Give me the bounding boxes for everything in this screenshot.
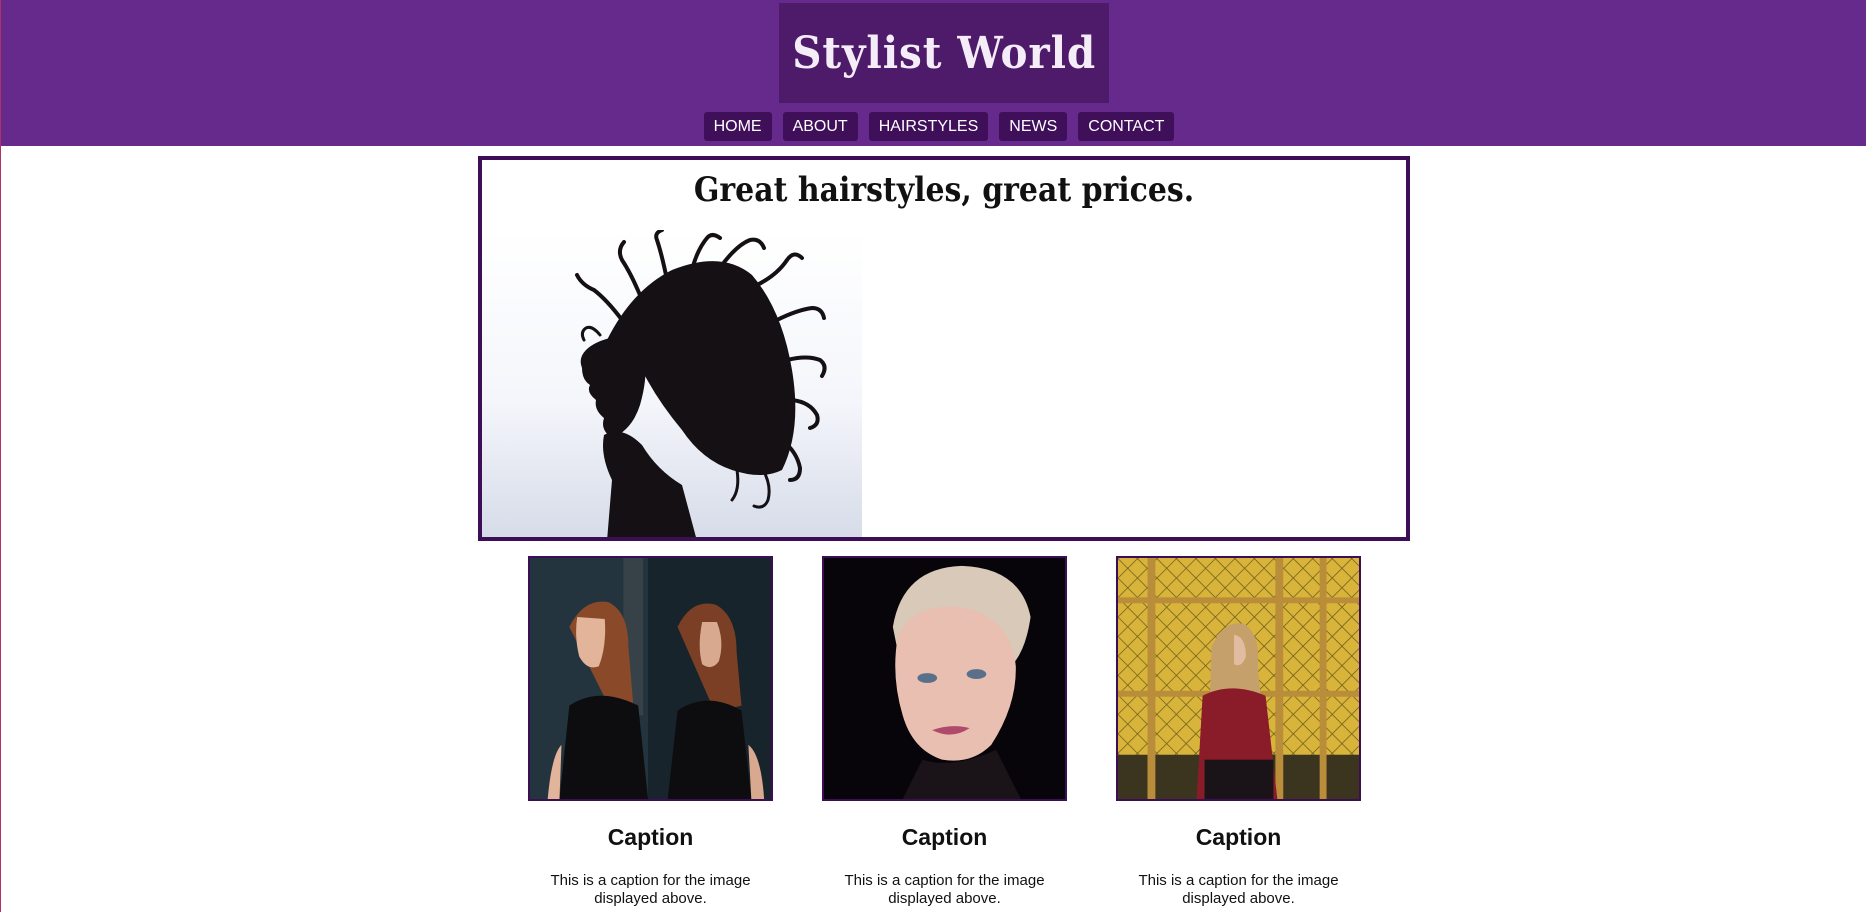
gallery-photo-long-hair[interactable]	[1116, 556, 1361, 801]
site-header: Stylist World HOME ABOUT HAIRSTYLES NEWS…	[1, 0, 1866, 146]
gallery-caption-title: Caption	[607, 824, 694, 850]
hero-banner: Great hairstyles, great prices.	[478, 156, 1410, 541]
hero-heading: Great hairstyles, great prices.	[693, 170, 1195, 210]
main-nav: HOME ABOUT HAIRSTYLES NEWS CONTACT	[1, 112, 1866, 142]
hero-photo	[482, 230, 862, 537]
gallery-card: Caption This is a caption for the image …	[528, 556, 773, 907]
gallery-caption-text: This is a caption for the image displaye…	[1138, 872, 1339, 907]
gallery-caption-text: This is a caption for the image displaye…	[550, 872, 751, 907]
site-title: Stylist World	[792, 27, 1096, 79]
gallery-photo-short-hair[interactable]	[822, 556, 1067, 801]
gallery-photo-mirror[interactable]	[528, 556, 773, 801]
gallery-caption-text: This is a caption for the image displaye…	[844, 872, 1045, 907]
nav-item-about[interactable]: ABOUT	[782, 112, 858, 141]
site-logo[interactable]: Stylist World	[779, 3, 1109, 103]
gallery-caption-title: Caption	[1195, 824, 1282, 850]
nav-item-contact[interactable]: CONTACT	[1078, 112, 1175, 141]
nav-item-news[interactable]: NEWS	[999, 112, 1068, 141]
nav-item-home[interactable]: HOME	[703, 112, 772, 141]
gallery-card: Caption This is a caption for the image …	[822, 556, 1067, 907]
gallery-card: Caption This is a caption for the image …	[1116, 556, 1361, 907]
nav-item-hairstyles[interactable]: HAIRSTYLES	[868, 112, 989, 141]
gallery-caption-title: Caption	[901, 824, 988, 850]
